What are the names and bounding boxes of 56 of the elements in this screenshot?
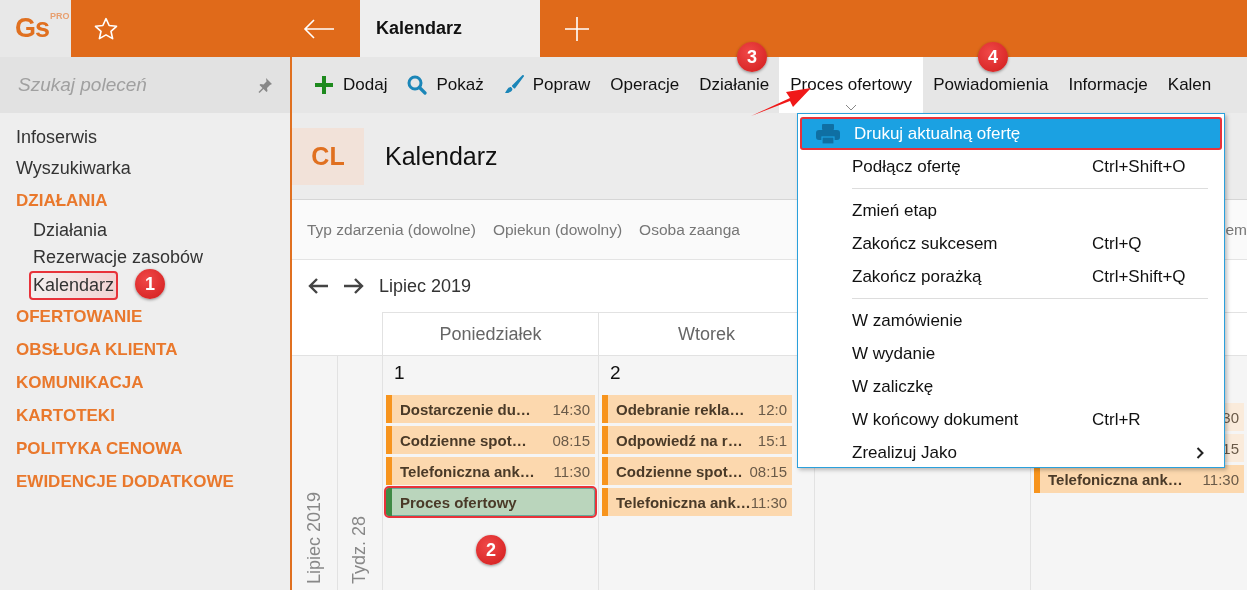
arrow-right-icon[interactable]: [343, 277, 365, 295]
period-label: Lipiec 2019: [379, 275, 472, 297]
calendar-event[interactable]: Odpowiedź na r… 15:1: [602, 426, 792, 454]
chevron-right-icon: [1196, 446, 1204, 459]
module-badge: CL: [292, 127, 364, 185]
toolbar-button[interactable]: Proces ofertowy: [779, 57, 924, 113]
nav-item[interactable]: Wyszukiwarka: [16, 153, 290, 184]
nav-item[interactable]: Działania: [31, 217, 110, 244]
tab[interactable]: Kalendarz: [360, 0, 540, 57]
calendar-event[interactable]: Telefoniczna ank… 11:30: [386, 457, 595, 485]
month-label: Lipiec 2019: [303, 491, 325, 584]
edition-label: PRO: [50, 11, 70, 21]
calendar-event[interactable]: Telefoniczna ank…11:30: [602, 488, 792, 516]
toolbar-button[interactable]: Pokaż: [397, 57, 494, 113]
chevron-down-icon: [845, 104, 858, 111]
day-number: 2: [609, 362, 622, 385]
calendar-event[interactable]: Codzienne spot… 08:15: [386, 426, 595, 454]
calendar-event[interactable]: Odebranie rekla… 12:0: [602, 395, 792, 423]
toolbar-button[interactable]: Operacje: [600, 57, 690, 113]
filter-label[interactable]: Typ zdarzenia (dowolne): [307, 220, 476, 239]
menu-item[interactable]: Zakończ porażką Ctrl+Shift+Q: [800, 260, 1222, 293]
arrow-left-icon[interactable]: [307, 277, 329, 295]
calendar-event[interactable]: Codzienne spot… 08:15: [602, 457, 792, 485]
day-number: 1: [393, 362, 406, 385]
filter-label[interactable]: Opiekun (dowolny): [492, 220, 623, 239]
toolbar-button[interactable]: Popraw: [493, 57, 601, 113]
page-title: Kalendarz: [385, 141, 498, 171]
nav-item[interactable]: Rezerwacje zasobów: [31, 244, 206, 271]
nav-item[interactable]: Infoserwis: [16, 122, 290, 153]
column-header: Poniedziałek: [382, 312, 598, 356]
search-field[interactable]: Szukaj poleceń: [18, 72, 250, 98]
menu-item[interactable]: Zakończ sukcesem Ctrl+Q: [800, 227, 1222, 260]
app-logo: Gs: [15, 13, 50, 44]
back-arrow-icon[interactable]: [303, 18, 335, 39]
toolbar-button[interactable]: Dodaj: [304, 57, 398, 113]
search-icon: [407, 75, 428, 95]
menu-item[interactable]: W końcowy dokument Ctrl+R: [800, 403, 1222, 436]
pin-icon[interactable]: [256, 76, 274, 94]
plus-icon: [314, 75, 334, 95]
menu-item[interactable]: W zaliczkę: [800, 370, 1222, 403]
brush-icon: [503, 75, 524, 95]
menu-item[interactable]: Podłącz ofertę Ctrl+Shift+O: [800, 150, 1222, 183]
filter-label[interactable]: Osoba zaanga: [639, 220, 740, 239]
menu-item[interactable]: Zmień etap: [800, 194, 1222, 227]
nav-item[interactable]: Kalendarz: [29, 271, 119, 300]
printer-icon: [816, 123, 840, 144]
filter-label[interactable]: em: [1225, 220, 1247, 239]
calendar-event[interactable]: Proces ofertowy: [386, 488, 595, 516]
star-icon[interactable]: [93, 15, 119, 42]
search-bar[interactable]: Szukaj poleceń: [0, 57, 290, 113]
toolbar-button[interactable]: Kalen: [1157, 57, 1222, 113]
week-label: Tydz. 28: [349, 515, 370, 584]
plus-icon[interactable]: [564, 15, 590, 42]
calendar-event[interactable]: Dostarczenie du… 14:30: [386, 395, 595, 423]
toolbar-button[interactable]: Informacje: [1058, 57, 1158, 113]
menu-item[interactable]: Zrealizuj Jako: [800, 436, 1222, 467]
